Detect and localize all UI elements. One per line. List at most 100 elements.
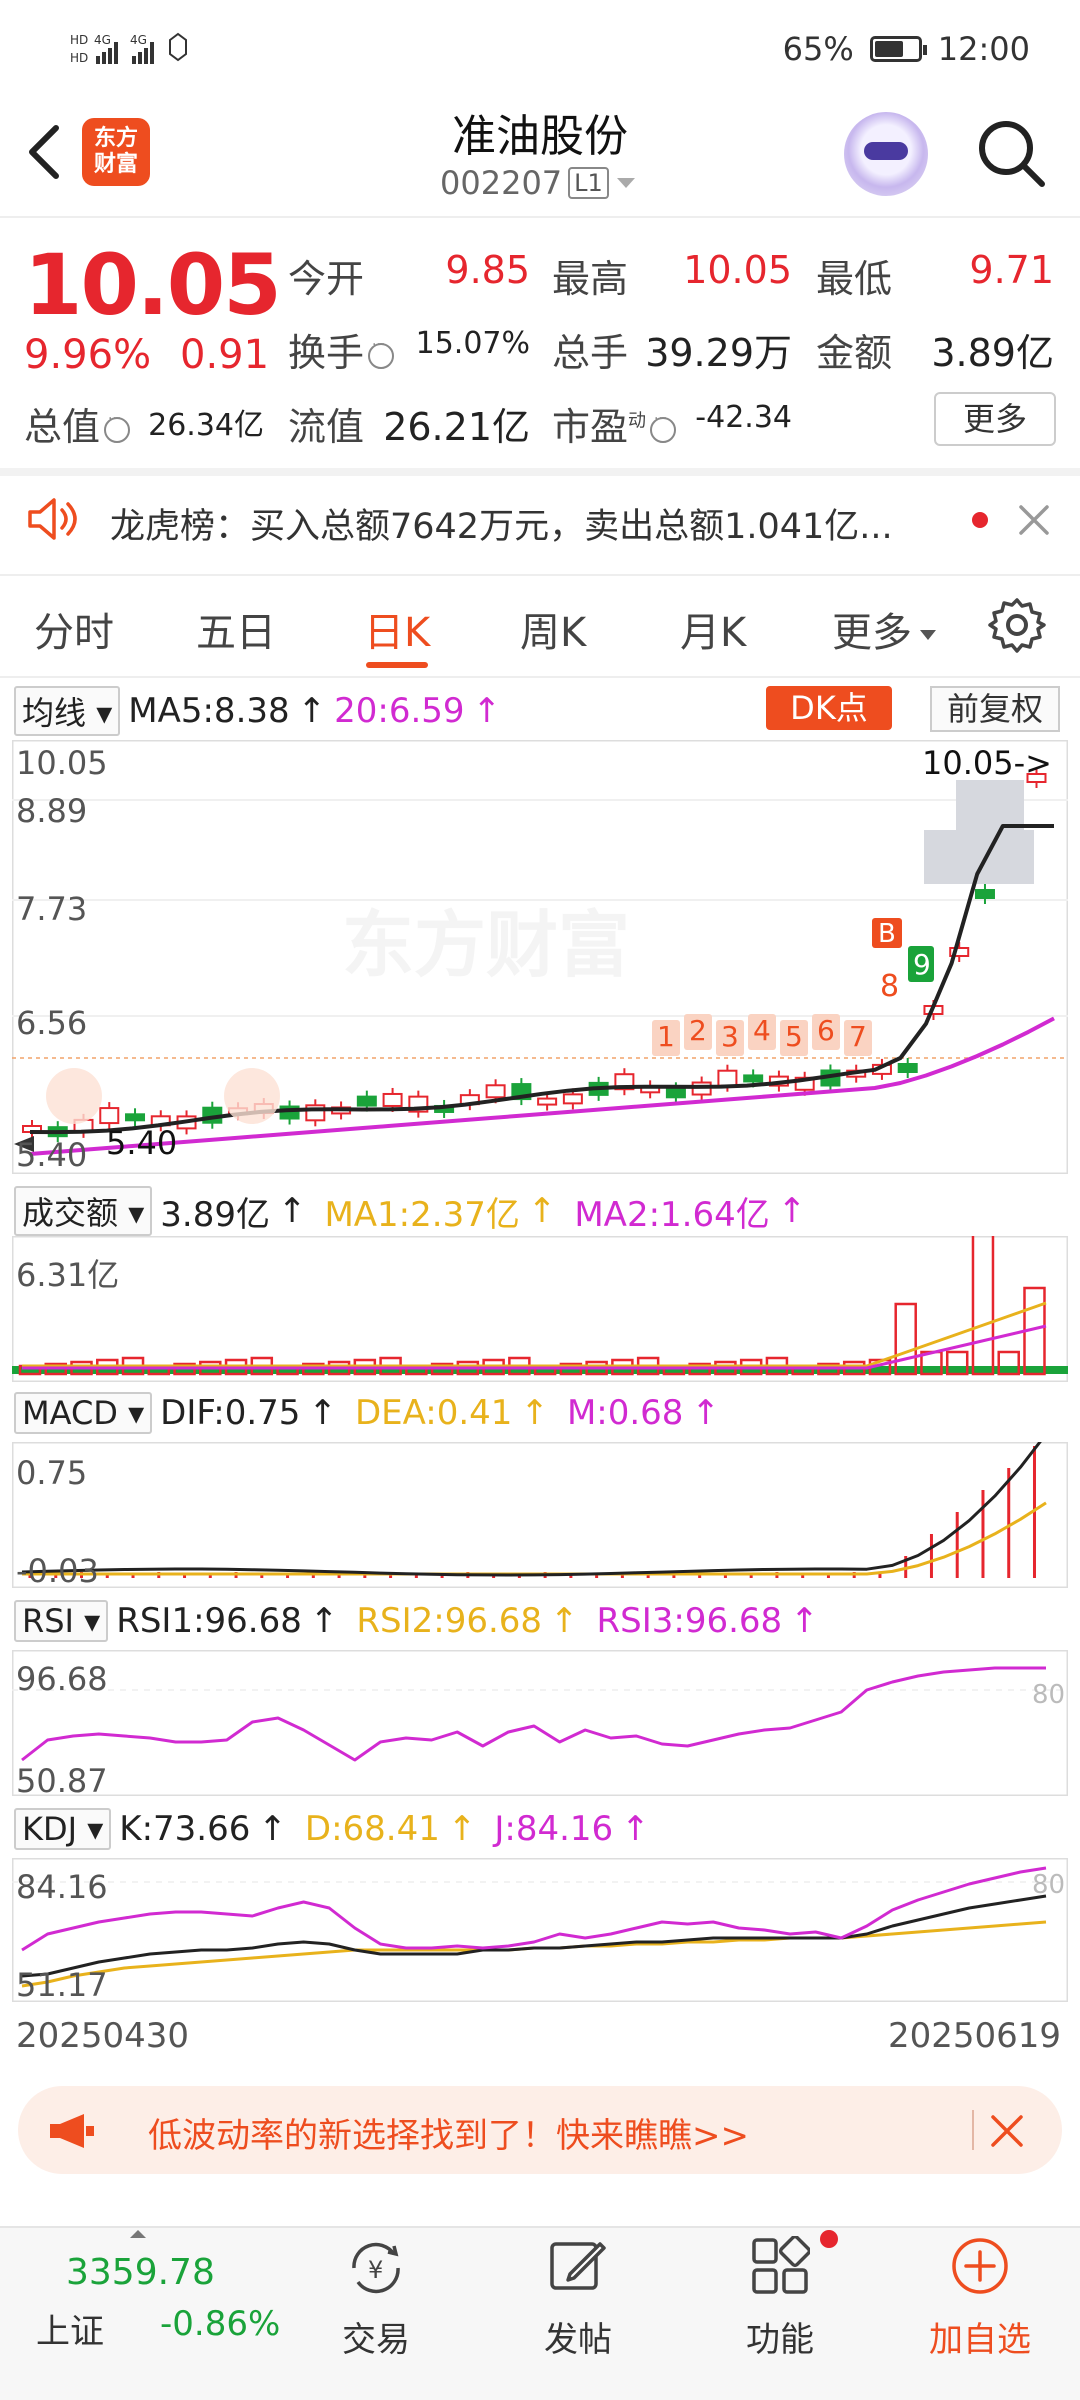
adjust-mode-button[interactable]: 前复权 [930,686,1060,732]
kdj-k: K:73.66 [119,1809,251,1849]
macd-indicator-row: MACD ▾ DIF:0.75 ↑ DEA:0.41 ↑ M:0.68 ↑ [14,1392,720,1434]
date-start: 20250430 [16,2016,190,2056]
turnover-value: 15.07% [415,326,530,361]
amount-value: 3.89亿 [931,331,1054,375]
index-value[interactable]: 3359.78 [66,2252,215,2293]
kline-y-min: 5.40 [16,1136,88,1174]
up-arrow-icon: ↑ [277,1191,307,1231]
up-arrow-icon: ↑ [691,1393,720,1433]
pe-label-text: 市盈 [552,405,629,449]
macd-chart[interactable] [12,1442,1068,1588]
min-price-tag: 5.40 [106,1124,178,1162]
macd-y-min: -0.03 [16,1552,99,1590]
rsi3-value: RSI3:96.68 [596,1601,783,1641]
signal-icon: HD HD 4G 4G [70,32,187,65]
svg-text:HD: HD [70,33,88,47]
tab-daily-k[interactable]: 日K [364,600,430,658]
svg-text:4G: 4G [94,33,111,47]
kdj-chart[interactable] [12,1858,1068,2002]
tab-more[interactable]: 更多 [832,600,938,658]
search-icon[interactable] [976,118,1046,188]
candle [743,1074,764,1083]
float-value: 26.21亿 [383,405,530,449]
ma20-line [29,1016,1055,1156]
signal-number: 7 [849,1020,867,1053]
kline-chart[interactable]: 东方财富 1 2 3 4 5 6 789B [12,740,1068,1174]
nav-trade[interactable]: 交易 [326,2312,426,2361]
add-watchlist-icon[interactable] [950,2236,1010,2296]
mktcap-label[interactable]: 总值 [24,396,131,451]
macd-dif: DIF:0.75 [160,1393,301,1433]
kdj-ref-label: 80 [1032,1870,1066,1900]
up-arrow-icon: ↑ [527,1191,557,1231]
up-arrow-icon: ↑ [308,1393,337,1433]
volume-selector[interactable]: 成交额 ▾ [14,1186,153,1236]
apps-icon[interactable] [750,2236,810,2296]
close-icon[interactable] [990,2114,1024,2148]
event-marker [224,1068,280,1124]
turnover-label-text: 换手 [288,331,365,375]
megaphone-icon [50,2114,94,2148]
notice-text: 龙虎榜：买入总额7642万元，卖出总额1.041亿... [110,507,893,547]
volume-y-max: 6.31亿 [16,1256,120,1294]
up-arrow-icon: ↑ [550,1601,579,1641]
kline-y-label: 8.89 [16,792,88,830]
volume-bar [971,1236,995,1376]
signal-indicators: HD HD 4G 4G [70,30,240,70]
ma-selector[interactable]: 均线 ▾ [14,686,121,736]
compose-icon[interactable] [548,2236,608,2296]
candle [125,1113,146,1122]
assistant-avatar[interactable] [844,112,928,196]
banner-divider [972,2110,974,2150]
pe-superscript: 动 [628,410,647,432]
tab-five-day[interactable]: 五日 [196,600,276,658]
high-value: 10.05 [683,248,792,292]
stock-code-selector[interactable]: 002207 L1 [440,164,637,202]
open-label: 今开 [288,257,365,301]
tab-intraday[interactable]: 分时 [34,600,114,658]
pe-label[interactable]: 市盈动 [552,396,677,451]
turnover-label[interactable]: 换手 [288,322,395,377]
close-icon[interactable] [1018,504,1050,536]
rsi-selector[interactable]: RSI ▾ [14,1600,109,1642]
tab-more-label: 更多 [832,610,912,656]
nav-post[interactable]: 发帖 [528,2312,628,2361]
ma20-value: 20:6.59 [334,691,465,731]
kdj-selector-label: KDJ [22,1810,78,1848]
candle [974,889,995,899]
gear-icon[interactable] [988,596,1046,654]
signal-number: 8 [880,969,899,1004]
volume-label: 总手 [552,331,629,375]
dk-points-button[interactable]: DK点 [766,686,892,730]
volume-selector-label: 成交额 [22,1194,119,1232]
kdj-d: D:68.41 [304,1809,440,1849]
status-bar: HD HD 4G 4G 65% 12:00 [0,0,1080,96]
ma-selector-label: 均线 [22,694,87,732]
candle [485,1084,506,1099]
rsi-chart[interactable] [12,1650,1068,1796]
nav-functions[interactable]: 功能 [730,2312,830,2361]
macd-selector[interactable]: MACD ▾ [14,1392,153,1434]
nav-add-watchlist[interactable]: 加自选 [914,2312,1046,2361]
rsi-ref-label: 80 [1032,1680,1066,1710]
tab-weekly-k[interactable]: 周K [520,600,586,658]
up-arrow-icon: ↑ [297,691,327,731]
change-amount: 0.91 [180,332,270,378]
volume-value: 3.89亿 [160,1194,270,1235]
chart-frame [12,1650,1068,1796]
change-percent: 9.96% [24,332,152,378]
kdj-selector[interactable]: KDJ ▾ [14,1808,112,1850]
resistance-box [924,830,1034,884]
rsi-y-min: 50.87 [16,1762,108,1800]
volume-chart[interactable] [12,1236,1068,1382]
svg-text:4G: 4G [130,33,147,47]
macd-dea-line [22,1501,1047,1576]
low-label: 最低 [816,257,893,301]
more-button[interactable]: 更多 [934,392,1056,446]
svg-text:¥: ¥ [368,2256,383,2284]
divider [0,574,1080,576]
trade-icon[interactable]: ¥ [344,2236,408,2300]
amount-label: 金额 [816,331,893,375]
open-value: 9.85 [445,248,530,292]
tab-monthly-k[interactable]: 月K [680,600,746,658]
